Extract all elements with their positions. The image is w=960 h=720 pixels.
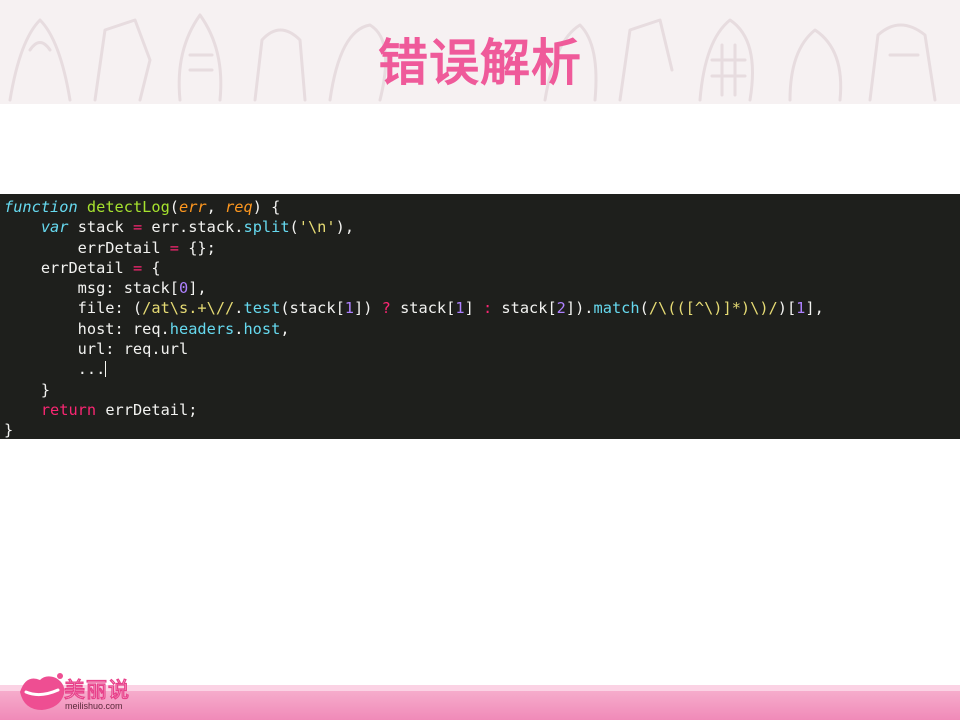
code-line-4: errDetail = {	[4, 258, 161, 277]
split-argument: '\n'	[298, 218, 336, 237]
slide-title: 错误解析	[378, 34, 582, 92]
code-line-2: var stack = err.stack.split('\n'),	[40, 218, 355, 237]
code-lines: function detectLog(err, req) { var stack…	[4, 197, 824, 439]
code-line-10: }	[4, 380, 51, 399]
brand-url: meilishuo.com	[65, 701, 123, 711]
regex-match: /\(([^\)]*)\)/	[648, 299, 778, 318]
code-line-9: ...	[4, 359, 824, 379]
text-cursor	[105, 361, 107, 378]
brand-logo: 美丽说 meilishuo.com	[16, 664, 146, 716]
function-name: detectLog	[86, 198, 170, 216]
index-zero: 0	[178, 279, 189, 298]
code-snippet: function detectLog(err, req) { var stack…	[0, 194, 960, 439]
keyword-function: function	[4, 198, 78, 216]
lips-logo-icon	[20, 673, 65, 710]
param-err: err	[179, 198, 207, 216]
ellipsis: ...	[77, 360, 106, 379]
param-req: req	[225, 198, 253, 216]
code-line-3: errDetail = {};	[4, 238, 216, 257]
code-line-1: function detectLog(err, req) {	[4, 198, 281, 216]
code-line-6: file: (/at\s.+\//.test(stack[1]) ? stack…	[4, 299, 824, 318]
code-line-7: host: req.headers.host,	[4, 319, 290, 338]
code-line-5: msg: stack[0],	[4, 279, 207, 298]
brand-name: 美丽说	[64, 678, 130, 703]
keyword-var: var	[40, 218, 69, 237]
code-line-11: return errDetail;	[40, 400, 198, 419]
code-line-8: url: req.url	[4, 340, 189, 359]
code-line-12: }	[4, 421, 14, 439]
keyword-return: return	[40, 400, 97, 419]
regex-test: /at\s.+\//	[142, 299, 235, 318]
